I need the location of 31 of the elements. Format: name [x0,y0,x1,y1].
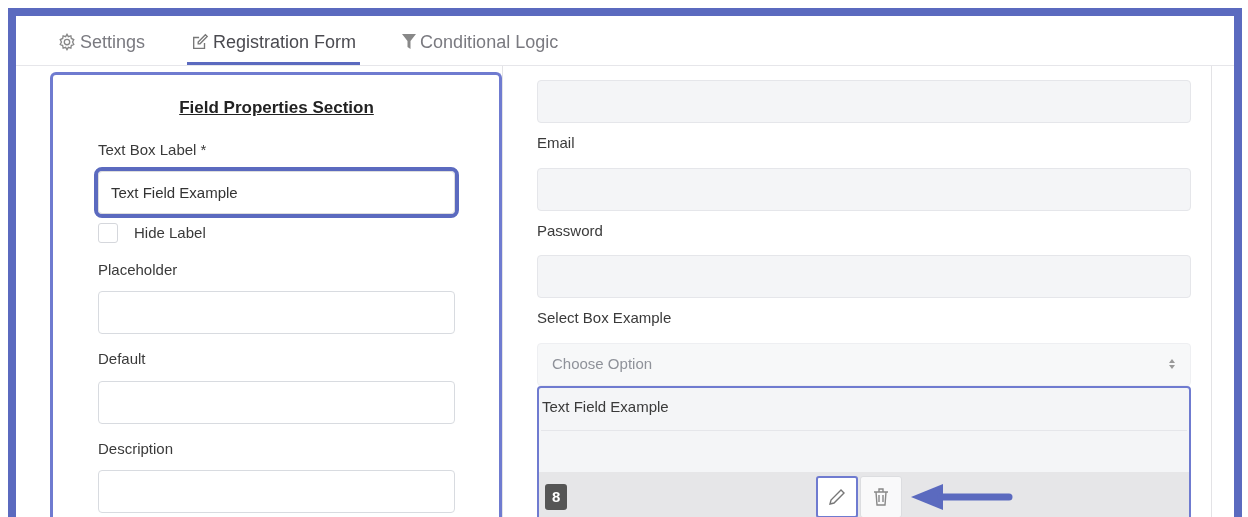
gear-icon [58,33,76,51]
input-field[interactable] [537,167,1191,211]
field-label: Default [98,349,147,369]
input-field[interactable] [537,80,1191,123]
field-label: Select Box Example [537,308,673,328]
field-label: Description [98,438,175,459]
checkbox[interactable] [98,223,118,244]
text-input[interactable] [98,291,455,334]
checkbox-label: Hide Label [134,223,206,243]
field-number-badge: 8 [545,483,568,511]
select-field[interactable]: Choose Option [537,342,1191,386]
field-label: Placeholder [98,259,179,280]
sort-caret-icon [1168,358,1176,370]
section-title: Field Properties Section [178,97,375,119]
field-label: Text Field Example [541,396,670,417]
delete-button[interactable] [860,476,902,517]
text-input[interactable] [98,470,455,513]
pencil-icon [827,487,847,507]
edit-icon [191,33,210,51]
tab[interactable]: Registration Form [187,16,361,65]
field-label: Email [537,133,576,153]
arrow-icon [911,484,1015,510]
input-field[interactable] [537,255,1191,298]
text-input[interactable] [98,380,455,424]
tab[interactable]: Conditional Logic [398,16,563,65]
trash-icon [872,487,890,507]
field-label: Text Box Label * [98,139,208,160]
edit-button[interactable] [816,476,858,517]
filter-icon [402,34,417,50]
tab[interactable]: Settings [54,16,150,65]
field-label: Password [537,220,604,241]
